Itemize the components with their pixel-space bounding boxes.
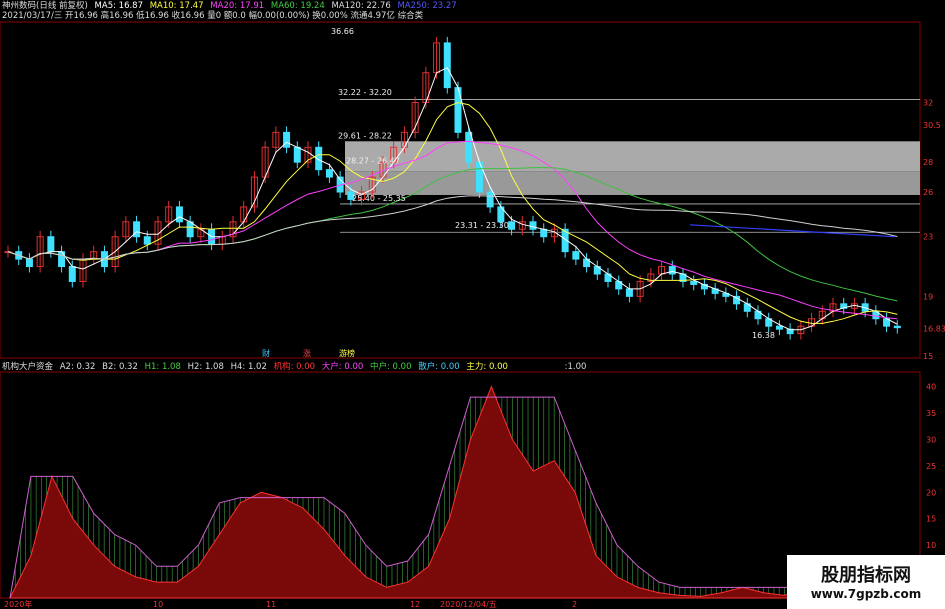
candle-body-16 [175, 206, 183, 223]
sub-axis-label-0: 40 [926, 383, 936, 392]
jigou-area [9, 385, 911, 599]
main-axis-label-1: 30.5 [923, 121, 941, 130]
candle-body-58 [625, 288, 633, 297]
sub-axis-label-2: 30 [926, 435, 936, 444]
candle-body-2 [25, 258, 33, 268]
candle-body-6 [68, 266, 76, 282]
candle-body-27 [293, 146, 301, 163]
main-axis-label-2: 28 [923, 158, 933, 167]
candle-body-64 [690, 280, 698, 285]
candle-body-4 [47, 236, 55, 253]
main-axis-label-5: 19 [923, 292, 933, 301]
price-annotation-3: 28.27 - 26.47 [346, 157, 400, 166]
x-axis-label-3: 12 [410, 600, 420, 609]
main-axis-label-4: 23 [923, 233, 933, 242]
candle-body-47 [508, 221, 516, 230]
resistance-band-upper [345, 141, 920, 172]
price-annotation-4: 25.40 - 25.35 [352, 194, 406, 203]
x-axis-label-4: 2020/12/04/五 [440, 600, 497, 609]
watermark: 股朋指标网 www.7gpzb.com [787, 555, 945, 609]
x-axis-label-1: 10 [153, 600, 163, 609]
candle-body-72 [775, 325, 783, 330]
main-axis-label-7: 15 [923, 352, 933, 361]
price-annotation-0: 36.66 [331, 27, 354, 36]
main-axis-label-6: 16.83 [923, 325, 945, 334]
chart-root: 神州数码(日线 前复权) MA5: 16.87 MA10: 17.47 MA20… [0, 0, 945, 609]
watermark-line2: www.7gpzb.com [810, 587, 922, 601]
watermark-line1: 股朋指标网 [821, 565, 911, 586]
x-axis-label-2: 11 [266, 600, 276, 609]
candle-body-43 [465, 131, 473, 163]
ma10-line [7, 101, 898, 324]
ma5-line [7, 67, 898, 331]
candle-body-41 [443, 42, 451, 89]
candle-body-30 [325, 169, 333, 178]
price-annotation-6: 16.38 [752, 331, 775, 340]
candle-body-50 [540, 228, 548, 238]
x-axis-label-0: 2020年 [4, 599, 32, 609]
sub-axis-label-1: 35 [926, 409, 936, 418]
x-axis-label-5: 2 [572, 600, 577, 609]
kline-svg: 32 30.5 28 26 23 19 16.83 15 36.66 32.22 - 32.20 2… [0, 21, 945, 609]
ma120-line [7, 195, 898, 260]
event-label-0: 财 [262, 348, 270, 358]
price-annotation-2: 29.61 - 28.22 [338, 131, 392, 140]
main-axis-label-0: 32 [923, 99, 933, 108]
sub-axis-label-4: 20 [926, 488, 936, 497]
sub-axis-label-6: 10 [926, 541, 936, 550]
candle-body-83 [893, 325, 901, 329]
price-annotation-5: 23.31 - 23.30 [455, 221, 509, 230]
candle-body-45 [486, 191, 494, 208]
candle-body-13 [143, 236, 151, 245]
candle-body-62 [668, 266, 676, 275]
candle-body-12 [133, 221, 141, 238]
sub-axis-label-5: 15 [926, 515, 936, 524]
candle-body-49 [529, 221, 537, 230]
price-annotation-1: 32.22 - 32.20 [338, 88, 392, 97]
sub-axis-label-3: 25 [926, 462, 936, 471]
candle-body-17 [186, 221, 194, 238]
candle-body-26 [283, 131, 291, 148]
event-label-1: 涨 [303, 348, 311, 358]
event-label-2: 游榜 [339, 348, 355, 358]
candle-body-53 [572, 251, 580, 260]
main-axis-label-3: 26 [923, 188, 933, 197]
